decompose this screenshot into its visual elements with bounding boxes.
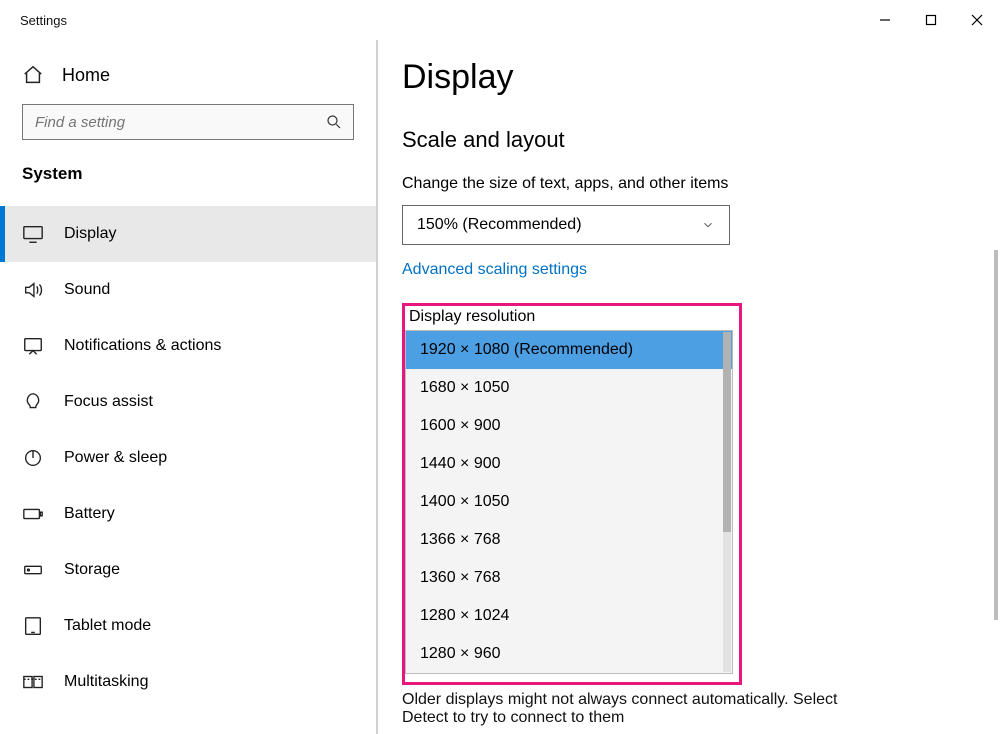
close-button[interactable]	[954, 4, 1000, 36]
scale-value: 150% (Recommended)	[417, 216, 582, 234]
resolution-option[interactable]: 1920 × 1080 (Recommended)	[406, 331, 732, 369]
resolution-option[interactable]: 1600 × 900	[406, 407, 732, 445]
nav-item-label: Notifications & actions	[64, 337, 221, 355]
page-title: Display	[402, 58, 968, 97]
nav-item-label: Battery	[64, 505, 115, 523]
nav-item-label: Power & sleep	[64, 449, 167, 467]
main-content: Display Scale and layout Change the size…	[378, 40, 1000, 734]
sidebar-home[interactable]: Home	[0, 58, 376, 104]
scale-label: Change the size of text, apps, and other…	[402, 175, 968, 193]
nav-item-label: Display	[64, 225, 116, 243]
nav-item-label: Tablet mode	[64, 617, 151, 635]
resolution-dropdown[interactable]: 1920 × 1080 (Recommended) 1680 × 1050 16…	[405, 330, 733, 674]
category-system: System	[0, 164, 376, 206]
resolution-label: Display resolution	[405, 308, 733, 330]
tablet-icon	[22, 615, 44, 637]
resolution-option[interactable]: 1366 × 768	[406, 521, 732, 559]
search-icon	[325, 113, 343, 131]
nav-item-multitasking[interactable]: Multitasking	[0, 654, 376, 710]
advanced-scaling-link[interactable]: Advanced scaling settings	[402, 261, 968, 279]
battery-icon	[22, 503, 44, 525]
home-label: Home	[62, 65, 110, 86]
power-icon	[22, 447, 44, 469]
resolution-option[interactable]: 1680 × 1050	[406, 369, 732, 407]
nav-item-battery[interactable]: Battery	[0, 486, 376, 542]
sound-icon	[22, 279, 44, 301]
nav-item-display[interactable]: Display	[0, 206, 376, 262]
storage-icon	[22, 559, 44, 581]
resolution-highlight: Display resolution 1920 × 1080 (Recommen…	[402, 303, 742, 685]
nav-item-power-sleep[interactable]: Power & sleep	[0, 430, 376, 486]
notifications-icon	[22, 335, 44, 357]
dropdown-scrollbar-thumb[interactable]	[723, 332, 731, 532]
resolution-option[interactable]: 1280 × 1024	[406, 597, 732, 635]
titlebar: Settings	[0, 0, 1000, 40]
window-title: Settings	[20, 13, 67, 28]
detect-hint: Older displays might not always connect …	[402, 691, 882, 727]
nav-list: Display Sound Notifications & actions Fo…	[0, 206, 376, 710]
section-scale-layout: Scale and layout	[402, 127, 968, 153]
nav-item-label: Storage	[64, 561, 120, 579]
main-scrollbar[interactable]	[994, 250, 998, 620]
display-icon	[22, 223, 44, 245]
nav-item-focus-assist[interactable]: Focus assist	[0, 374, 376, 430]
resolution-option[interactable]: 1280 × 960	[406, 635, 732, 673]
resolution-option[interactable]: 1440 × 900	[406, 445, 732, 483]
nav-item-tablet-mode[interactable]: Tablet mode	[0, 598, 376, 654]
nav-item-storage[interactable]: Storage	[0, 542, 376, 598]
minimize-button[interactable]	[862, 4, 908, 36]
scale-select[interactable]: 150% (Recommended)	[402, 205, 730, 245]
resolution-option[interactable]: 1360 × 768	[406, 559, 732, 597]
nav-item-label: Sound	[64, 281, 110, 299]
window-controls	[862, 4, 1000, 36]
focus-assist-icon	[22, 391, 44, 413]
home-icon	[22, 64, 44, 86]
chevron-down-icon	[701, 218, 715, 232]
nav-item-label: Focus assist	[64, 393, 153, 411]
multitasking-icon	[22, 671, 44, 693]
nav-item-label: Multitasking	[64, 673, 148, 691]
maximize-button[interactable]	[908, 4, 954, 36]
nav-item-sound[interactable]: Sound	[0, 262, 376, 318]
search-input[interactable]	[23, 114, 353, 131]
sidebar: Home System Display Sound Notific	[0, 40, 378, 734]
nav-item-notifications[interactable]: Notifications & actions	[0, 318, 376, 374]
resolution-option[interactable]: 1400 × 1050	[406, 483, 732, 521]
search-box[interactable]	[22, 104, 354, 140]
